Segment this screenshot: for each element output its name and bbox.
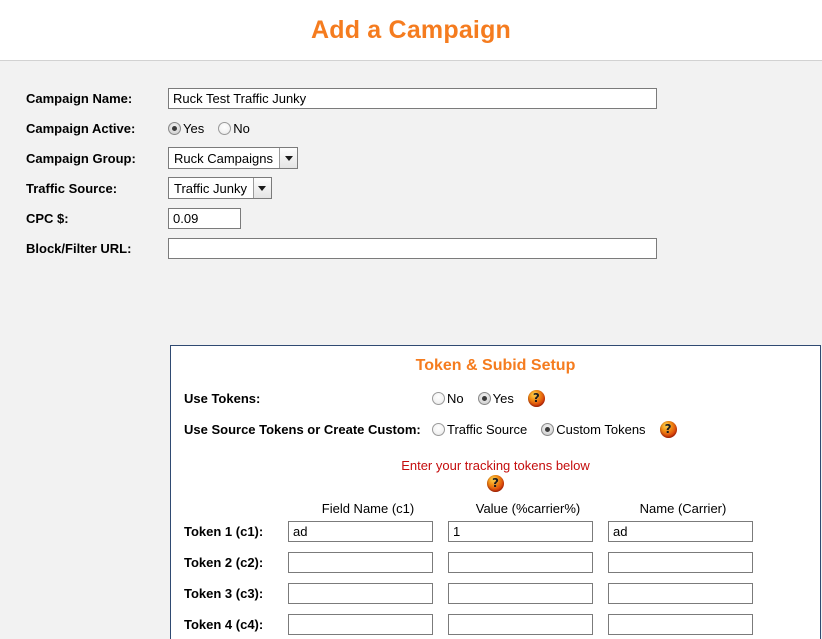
page-body: Campaign Name: Campaign Active: Yes No C…	[0, 61, 822, 639]
traffic-source-label: Traffic Source:	[26, 180, 118, 196]
use-tokens-label: Use Tokens:	[184, 391, 261, 406]
page-header: Add a Campaign	[0, 0, 822, 61]
use-tokens-yes-label: Yes	[492, 391, 514, 406]
campaign-name-field-area	[168, 87, 657, 109]
field-row-campaign-name: Campaign Name:	[0, 83, 822, 113]
token-row: Token 1 (c1):	[171, 516, 820, 547]
field-row-campaign-active: Campaign Active: Yes No	[0, 113, 822, 143]
campaign-name-input[interactable]	[168, 87, 657, 109]
token-column-header-value: Value (%carrier%)	[475, 501, 581, 516]
token-4-value-cell	[448, 614, 608, 635]
use-tokens-no-label: No	[447, 391, 464, 406]
help-question-icon[interactable]	[659, 421, 677, 438]
token-4-field-name-cell	[288, 614, 448, 635]
field-row-block-filter-url: Block/Filter URL:	[0, 233, 822, 263]
help-question-icon[interactable]	[487, 475, 504, 492]
cpc-field-area	[168, 207, 241, 229]
campaign-group-select[interactable]: Ruck Campaigns	[168, 147, 298, 169]
token-4-field-name-input[interactable]	[288, 614, 433, 635]
campaign-active-yes-label: Yes	[183, 120, 205, 136]
radio-unselected-icon	[432, 423, 445, 436]
token-4-label: Token 4 (c4):	[184, 617, 264, 632]
token-2-field-name-input[interactable]	[288, 552, 433, 573]
custom-tokens-label: Custom Tokens	[556, 422, 646, 437]
token-2-name-cell	[608, 552, 758, 573]
token-2-field-name-cell	[288, 552, 448, 573]
radio-unselected-icon	[432, 392, 445, 405]
panel-row-source-or-custom: Use Source Tokens or Create Custom: Traf…	[171, 414, 820, 445]
custom-tokens-radio[interactable]: Custom Tokens	[541, 422, 653, 437]
token-3-field-name-input[interactable]	[288, 583, 433, 604]
token-column-header-field-name: Field Name (c1)	[321, 501, 415, 516]
campaign-group-selected-value: Ruck Campaigns	[174, 150, 273, 166]
block-filter-url-label: Block/Filter URL:	[26, 240, 132, 256]
radio-selected-icon	[168, 121, 181, 135]
token-2-value-input[interactable]	[448, 552, 593, 573]
token-3-value-cell	[448, 583, 608, 604]
token-4-name-cell	[608, 614, 758, 635]
tracking-tokens-note: Enter your tracking tokens below	[401, 458, 590, 473]
field-row-traffic-source: Traffic Source: Traffic Junky	[0, 173, 822, 203]
token-4-value-input[interactable]	[448, 614, 593, 635]
traffic-source-select[interactable]: Traffic Junky	[168, 177, 272, 199]
token-column-header-name: Name (Carrier)	[639, 501, 727, 516]
token-subid-panel: Token & Subid Setup Use Tokens: No Yes U…	[170, 345, 821, 639]
panel-row-use-tokens: Use Tokens: No Yes	[171, 383, 820, 414]
source-or-custom-label: Use Source Tokens or Create Custom:	[184, 422, 421, 437]
token-4-name-input[interactable]	[608, 614, 753, 635]
token-1-field-name-input[interactable]	[288, 521, 433, 542]
token-row: Token 2 (c2):	[171, 547, 820, 578]
token-3-value-input[interactable]	[448, 583, 593, 604]
tracking-note-help-wrapper	[171, 475, 820, 492]
use-tokens-yes-radio[interactable]: Yes	[477, 391, 522, 406]
radio-unselected-icon	[218, 121, 232, 135]
token-panel-title: Token & Subid Setup	[415, 357, 576, 374]
token-row: Token 4 (c4):	[171, 609, 820, 639]
token-2-name-input[interactable]	[608, 552, 753, 573]
cpc-label: CPC $:	[26, 210, 69, 226]
campaign-active-no-radio[interactable]: No	[218, 121, 258, 136]
token-1-name-cell	[608, 521, 758, 542]
help-question-icon[interactable]	[527, 390, 545, 407]
block-filter-url-input[interactable]	[168, 237, 657, 259]
token-3-label: Token 3 (c3):	[184, 586, 264, 601]
field-row-cpc: CPC $:	[0, 203, 822, 233]
token-2-label: Token 2 (c2):	[184, 555, 264, 570]
traffic-source-tokens-label: Traffic Source	[447, 422, 528, 437]
token-1-label: Token 1 (c1):	[184, 524, 264, 539]
campaign-name-label: Campaign Name:	[26, 90, 133, 106]
campaign-group-field-area: Ruck Campaigns	[168, 147, 298, 169]
campaign-active-label: Campaign Active:	[26, 120, 136, 136]
token-1-value-cell	[448, 521, 608, 542]
use-tokens-no-radio[interactable]: No	[432, 391, 472, 406]
cpc-input[interactable]	[168, 207, 241, 229]
token-3-field-name-cell	[288, 583, 448, 604]
token-3-name-cell	[608, 583, 758, 604]
chevron-down-icon[interactable]	[252, 178, 271, 198]
campaign-active-no-label: No	[233, 120, 250, 136]
campaign-active-yes-radio[interactable]: Yes	[168, 121, 212, 136]
token-1-value-input[interactable]	[448, 521, 593, 542]
traffic-source-tokens-radio[interactable]: Traffic Source	[432, 422, 535, 437]
chevron-down-icon[interactable]	[279, 148, 297, 168]
token-2-value-cell	[448, 552, 608, 573]
token-1-name-input[interactable]	[608, 521, 753, 542]
token-table-header: Field Name (c1) Value (%carrier%) Name (…	[171, 501, 820, 516]
field-row-campaign-group: Campaign Group: Ruck Campaigns	[0, 143, 822, 173]
campaign-group-label: Campaign Group:	[26, 150, 136, 166]
radio-selected-icon	[477, 392, 491, 405]
campaign-active-radio-group: Yes No	[168, 121, 264, 136]
token-3-name-input[interactable]	[608, 583, 753, 604]
radio-selected-icon	[541, 423, 555, 436]
traffic-source-selected-value: Traffic Junky	[174, 180, 247, 196]
token-header-spacer	[184, 501, 288, 516]
token-1-field-name-cell	[288, 521, 448, 542]
traffic-source-field-area: Traffic Junky	[168, 177, 272, 199]
token-row: Token 3 (c3):	[171, 578, 820, 609]
page-title: Add a Campaign	[310, 15, 512, 44]
block-filter-url-field-area	[168, 237, 657, 259]
